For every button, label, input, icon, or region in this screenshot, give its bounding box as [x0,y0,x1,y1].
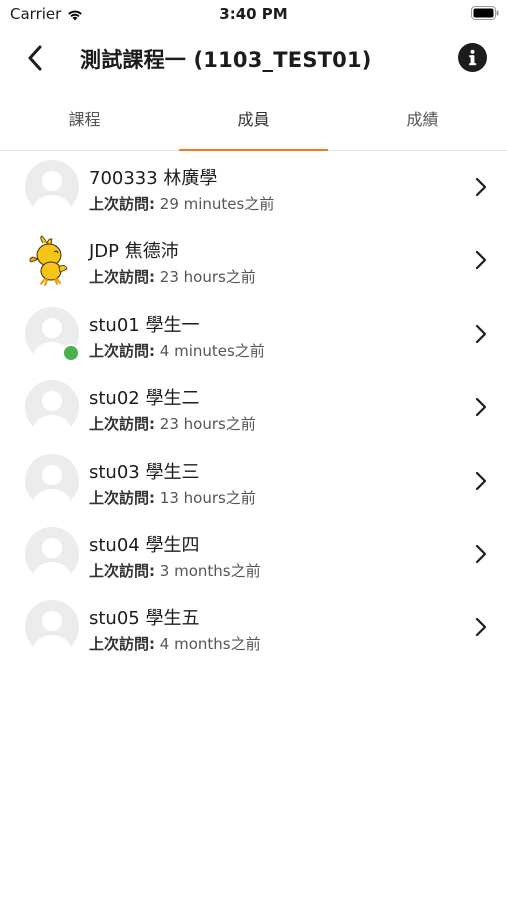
avatar [25,233,79,288]
avatar [25,453,79,508]
chevron-right-icon [475,398,487,417]
last-visit-value: 13 hours之前 [159,488,256,507]
last-visit: 上次訪問: 4 minutes之前 [89,340,265,361]
last-visit-value: 3 months之前 [159,561,261,580]
last-visit: 上次訪問: 23 hours之前 [89,413,256,434]
member-list: 700333 林廣學 上次訪問: 29 minutes之前 JDP 焦德沛 上次… [0,151,507,665]
avatar [25,160,79,214]
default-avatar-icon [25,160,79,214]
last-visit-label: 上次訪問: [89,488,155,507]
chevron-right-icon [475,177,487,197]
chevron-right-icon [475,471,487,490]
default-avatar-icon [25,380,79,435]
last-visit: 上次訪問: 13 hours之前 [89,487,256,508]
chevron-right-icon [475,251,487,270]
avatar [25,600,79,655]
chevron-right-icon [475,324,487,343]
member-row[interactable]: 700333 林廣學 上次訪問: 29 minutes之前 [0,151,507,224]
status-time: 3:40 PM [219,5,288,23]
last-visit-label: 上次訪問: [89,195,155,213]
last-visit: 上次訪問: 4 months之前 [89,633,261,654]
member-name: stu02 學生二 [89,388,200,410]
default-avatar-icon [25,526,79,581]
chevron-right-icon [475,544,487,564]
member-row[interactable]: stu01 學生一 上次訪問: 4 minutes之前 [0,298,507,371]
member-row[interactable]: stu03 學生三 上次訪問: 13 hours之前 [0,445,507,518]
default-avatar-icon [25,600,79,655]
member-row[interactable]: JDP 焦德沛 上次訪問: 23 hours之前 [0,224,507,297]
member-name: stu03 學生三 [89,461,200,483]
chevron-right-icon [475,618,487,637]
page-title: 測試課程一 (1103_TEST01) [80,48,372,72]
member-name: stu01 學生一 [89,314,200,336]
last-visit: 上次訪問: 23 hours之前 [89,266,256,287]
chevron-left-icon [28,45,42,71]
tab-members[interactable]: 成員 [169,98,338,151]
member-name: JDP 焦德沛 [89,241,179,263]
last-visit: 上次訪問: 29 minutes之前 [89,193,274,214]
last-visit-label: 上次訪問: [89,341,155,360]
avatar [25,526,79,581]
member-row[interactable]: stu04 學生四 上次訪問: 3 months之前 [0,518,507,591]
tab-grades[interactable]: 成績 [338,98,507,150]
info-icon [469,49,477,66]
battery-icon [471,6,499,20]
member-name: stu04 學生四 [89,534,200,556]
last-visit-value: 4 months之前 [159,635,261,654]
status-bar: Carrier 3:40 PM [0,0,507,28]
avatar [25,380,79,435]
last-visit-value: 23 hours之前 [159,415,256,434]
tab-bar: 課程 成員 成績 [0,98,507,151]
info-button[interactable] [458,43,487,72]
member-name: stu05 學生五 [89,608,200,630]
back-button[interactable] [18,40,52,76]
last-visit-label: 上次訪問: [89,635,155,654]
last-visit: 上次訪問: 3 months之前 [89,560,261,581]
last-visit-value: 4 minutes之前 [159,341,265,360]
last-visit-value: 23 hours之前 [159,268,256,287]
last-visit-label: 上次訪問: [89,561,155,580]
tab-course[interactable]: 課程 [0,98,169,150]
member-row[interactable]: stu05 學生五 上次訪問: 4 months之前 [0,591,507,664]
default-avatar-icon [25,453,79,508]
last-visit-label: 上次訪問: [89,415,155,434]
woodstock-avatar-icon [25,233,79,288]
online-status-indicator [62,343,80,362]
last-visit-label: 上次訪問: [89,268,155,287]
member-name: 700333 林廣學 [89,168,218,189]
navigation-bar: 測試課程一 (1103_TEST01) [0,28,507,88]
member-row[interactable]: stu02 學生二 上次訪問: 23 hours之前 [0,371,507,444]
last-visit-value: 29 minutes之前 [159,195,275,213]
